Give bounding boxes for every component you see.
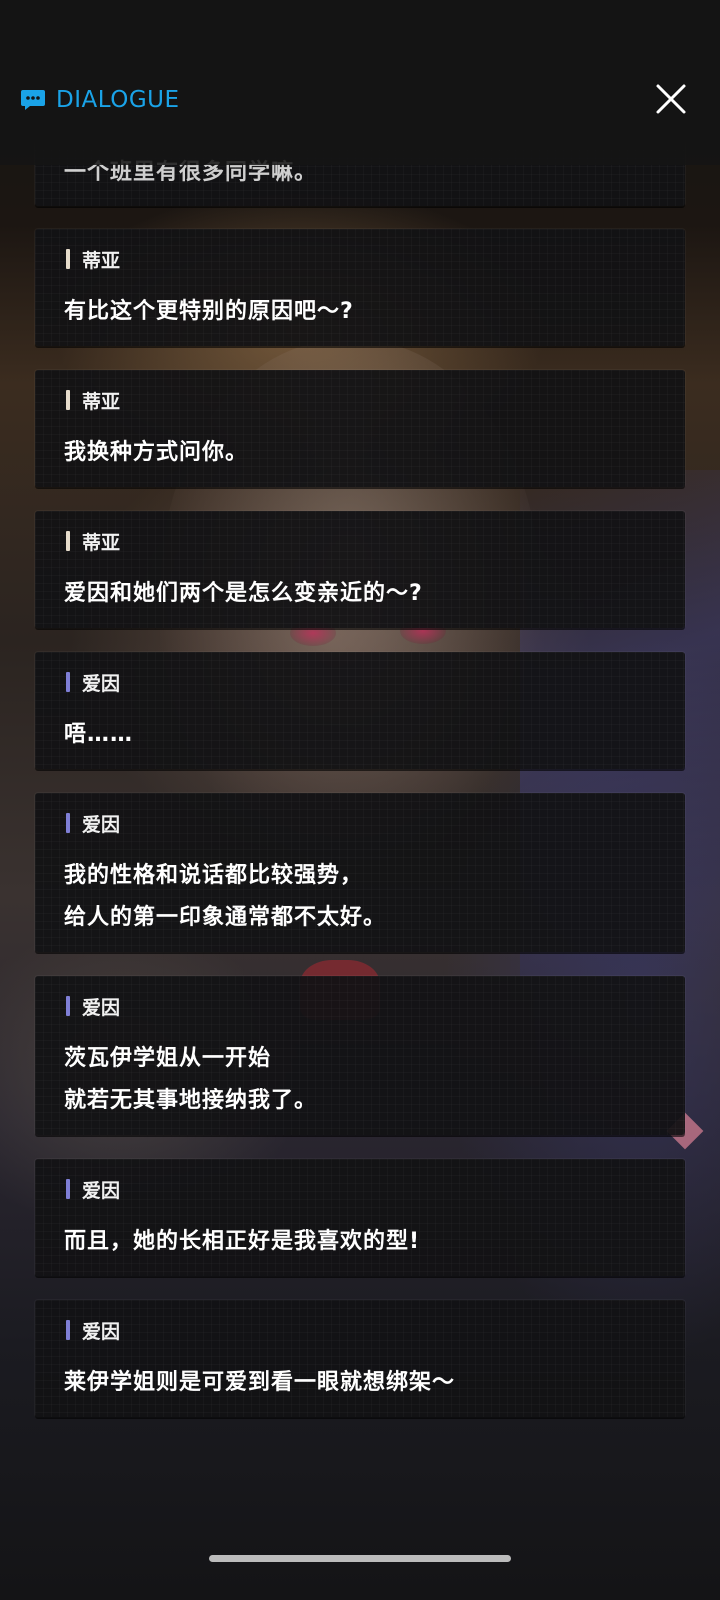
dialogue-line: 茨瓦伊学姐从一开始 — [64, 1046, 272, 1071]
speaker-row: 蒂亚 — [66, 388, 121, 413]
dialogue-entry: 爱因茨瓦伊学姐从一开始就若无其事地接纳我了。 — [35, 976, 685, 1135]
chat-bubble-icon — [21, 90, 45, 110]
dialogue-line: 有比这个更特别的原因吧～? — [64, 299, 354, 324]
speaker-color-bar — [66, 390, 70, 410]
speaker-row: 蒂亚 — [66, 529, 121, 554]
dialogue-line: 就若无其事地接纳我了。 — [64, 1088, 318, 1113]
speaker-name: 爱因 — [82, 1179, 121, 1202]
dialogue-line: 给人的第一印象通常都不太好。 — [64, 905, 387, 930]
top-bar — [0, 0, 720, 165]
dialogue-line: 我换种方式问你。 — [64, 440, 249, 465]
speaker-name: 蒂亚 — [82, 390, 121, 413]
speaker-color-bar — [66, 1320, 70, 1340]
home-indicator[interactable] — [209, 1555, 511, 1562]
speaker-name: 爱因 — [82, 672, 121, 695]
speaker-color-bar — [66, 249, 70, 269]
dialogue-line: 唔…… — [64, 722, 134, 747]
close-button[interactable] — [650, 80, 690, 120]
speaker-name: 蒂亚 — [82, 249, 121, 272]
dialogue-entry: 蒂亚有比这个更特别的原因吧～? — [35, 229, 685, 346]
speaker-row: 爱因 — [66, 1177, 121, 1202]
speaker-name: 爱因 — [82, 996, 121, 1019]
dialogue-entry: 爱因唔…… — [35, 652, 685, 769]
dialogue-entry: 蒂亚爱因和她们两个是怎么变亲近的～? — [35, 511, 685, 628]
dialogue-entry: 蒂亚我换种方式问你。 — [35, 370, 685, 487]
speaker-row: 爱因 — [66, 811, 121, 836]
dialogue-title: DIALOGUE — [56, 87, 180, 113]
speaker-color-bar — [66, 672, 70, 692]
speaker-color-bar — [66, 1179, 70, 1199]
speaker-row: 蒂亚 — [66, 247, 121, 272]
speaker-row: 爱因 — [66, 994, 121, 1019]
speaker-name: 爱因 — [82, 813, 121, 836]
close-icon — [656, 84, 686, 114]
dialogue-line: 而且，她的长相正好是我喜欢的型! — [64, 1229, 421, 1254]
dialogue-entry: 爱因莱伊学姐则是可爱到看一眼就想绑架～ — [35, 1300, 685, 1417]
speaker-name: 爱因 — [82, 1320, 121, 1343]
speaker-color-bar — [66, 996, 70, 1016]
speaker-name: 蒂亚 — [82, 531, 121, 554]
dialogue-header: DIALOGUE — [20, 86, 180, 114]
dialogue-line: 莱伊学姐则是可爱到看一眼就想绑架～ — [64, 1370, 456, 1395]
dialogue-entry: 爱因我的性格和说话都比较强势， 给人的第一印象通常都不太好。 — [35, 793, 685, 952]
speaker-color-bar — [66, 813, 70, 833]
speaker-row: 爱因 — [66, 1318, 121, 1343]
dialogue-line: 爱因和她们两个是怎么变亲近的～? — [64, 581, 423, 606]
dialogue-screen: 一个班里有很多同学嘛。 蒂亚 有比这个更特别的原因吧～? 蒂亚 我换种方式问你。 蒂亚 爱因… — [0, 0, 720, 1600]
dialogue-entry: 爱因而且，她的长相正好是我喜欢的型! — [35, 1159, 685, 1276]
speaker-color-bar — [66, 531, 70, 551]
speaker-row: 爱因 — [66, 670, 121, 695]
dialogue-line: 我的性格和说话都比较强势， — [64, 863, 364, 888]
